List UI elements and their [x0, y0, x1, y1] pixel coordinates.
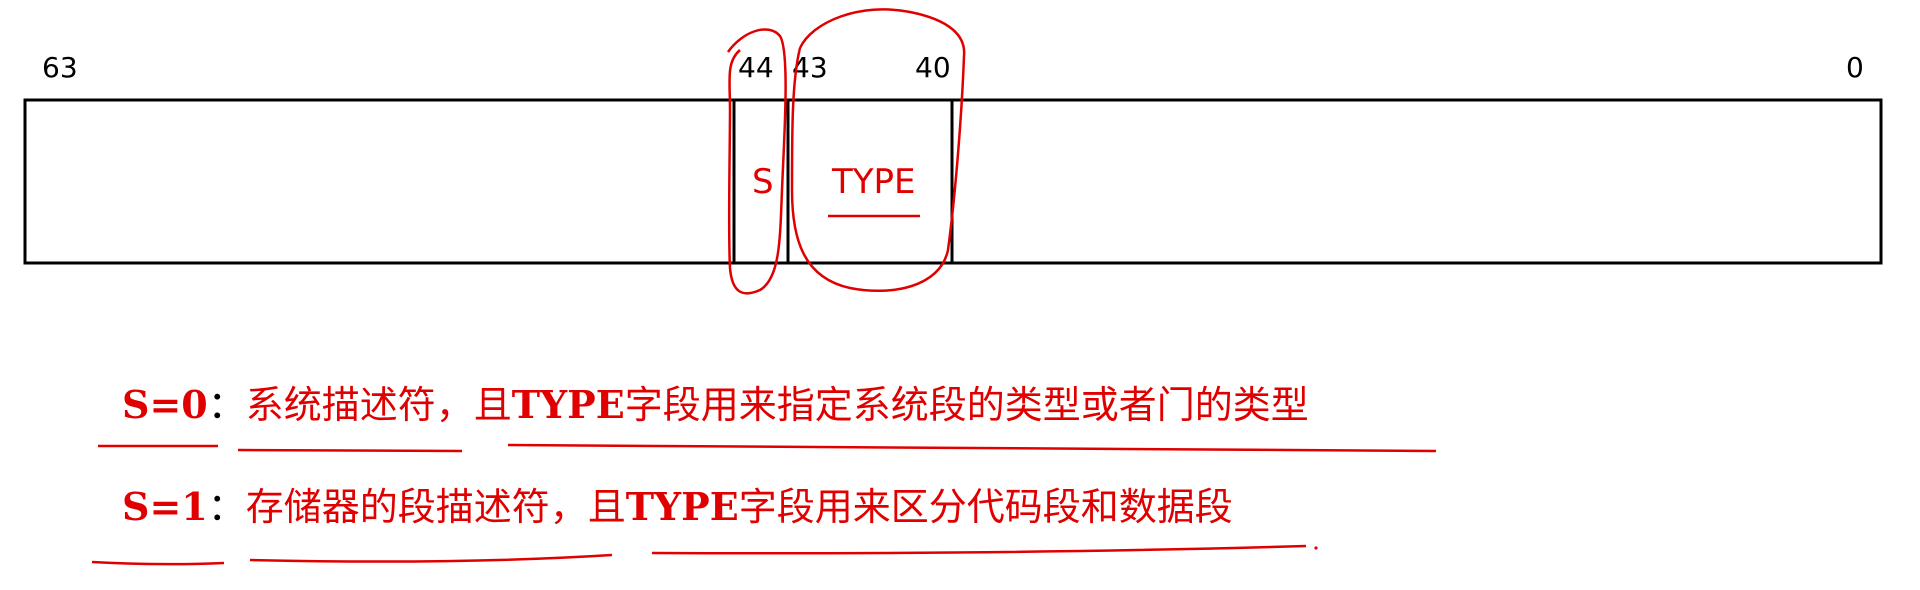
note2-key-underline	[91, 560, 225, 566]
type-field-label: TYPE	[832, 162, 916, 202]
note-s1-colon: ：	[207, 485, 246, 529]
s-field-label: S	[752, 162, 774, 202]
note-s1-text-2: 字段用来区分代码段和数据段	[738, 485, 1233, 529]
note-s1-key: S=1	[122, 484, 208, 529]
note1-desc-underline	[237, 448, 463, 453]
note-s1-type: TYPE	[625, 484, 739, 529]
note-s0-text-2: 字段用来指定系统段的类型或者门的类型	[624, 383, 1309, 427]
note2-desc-underline	[249, 553, 613, 563]
note2-type-underline	[651, 544, 1307, 555]
note-s1: S=1：存储器的段描述符，且TYPE字段用来区分代码段和数据段	[122, 485, 1233, 529]
note1-type-underline	[507, 443, 1437, 453]
note-s0-type: TYPE	[511, 382, 625, 427]
note-s1-text-1: 存储器的段描述符，且	[245, 485, 626, 529]
type-field-circle	[790, 8, 966, 293]
note2-dot	[1314, 546, 1318, 550]
note-s0-text-1: 系统描述符，且	[245, 383, 512, 427]
note-s0: S=0：系统描述符，且TYPE字段用来指定系统段的类型或者门的类型	[122, 383, 1309, 427]
note-s0-key: S=0	[122, 382, 208, 427]
note-s0-colon: ：	[207, 383, 246, 427]
